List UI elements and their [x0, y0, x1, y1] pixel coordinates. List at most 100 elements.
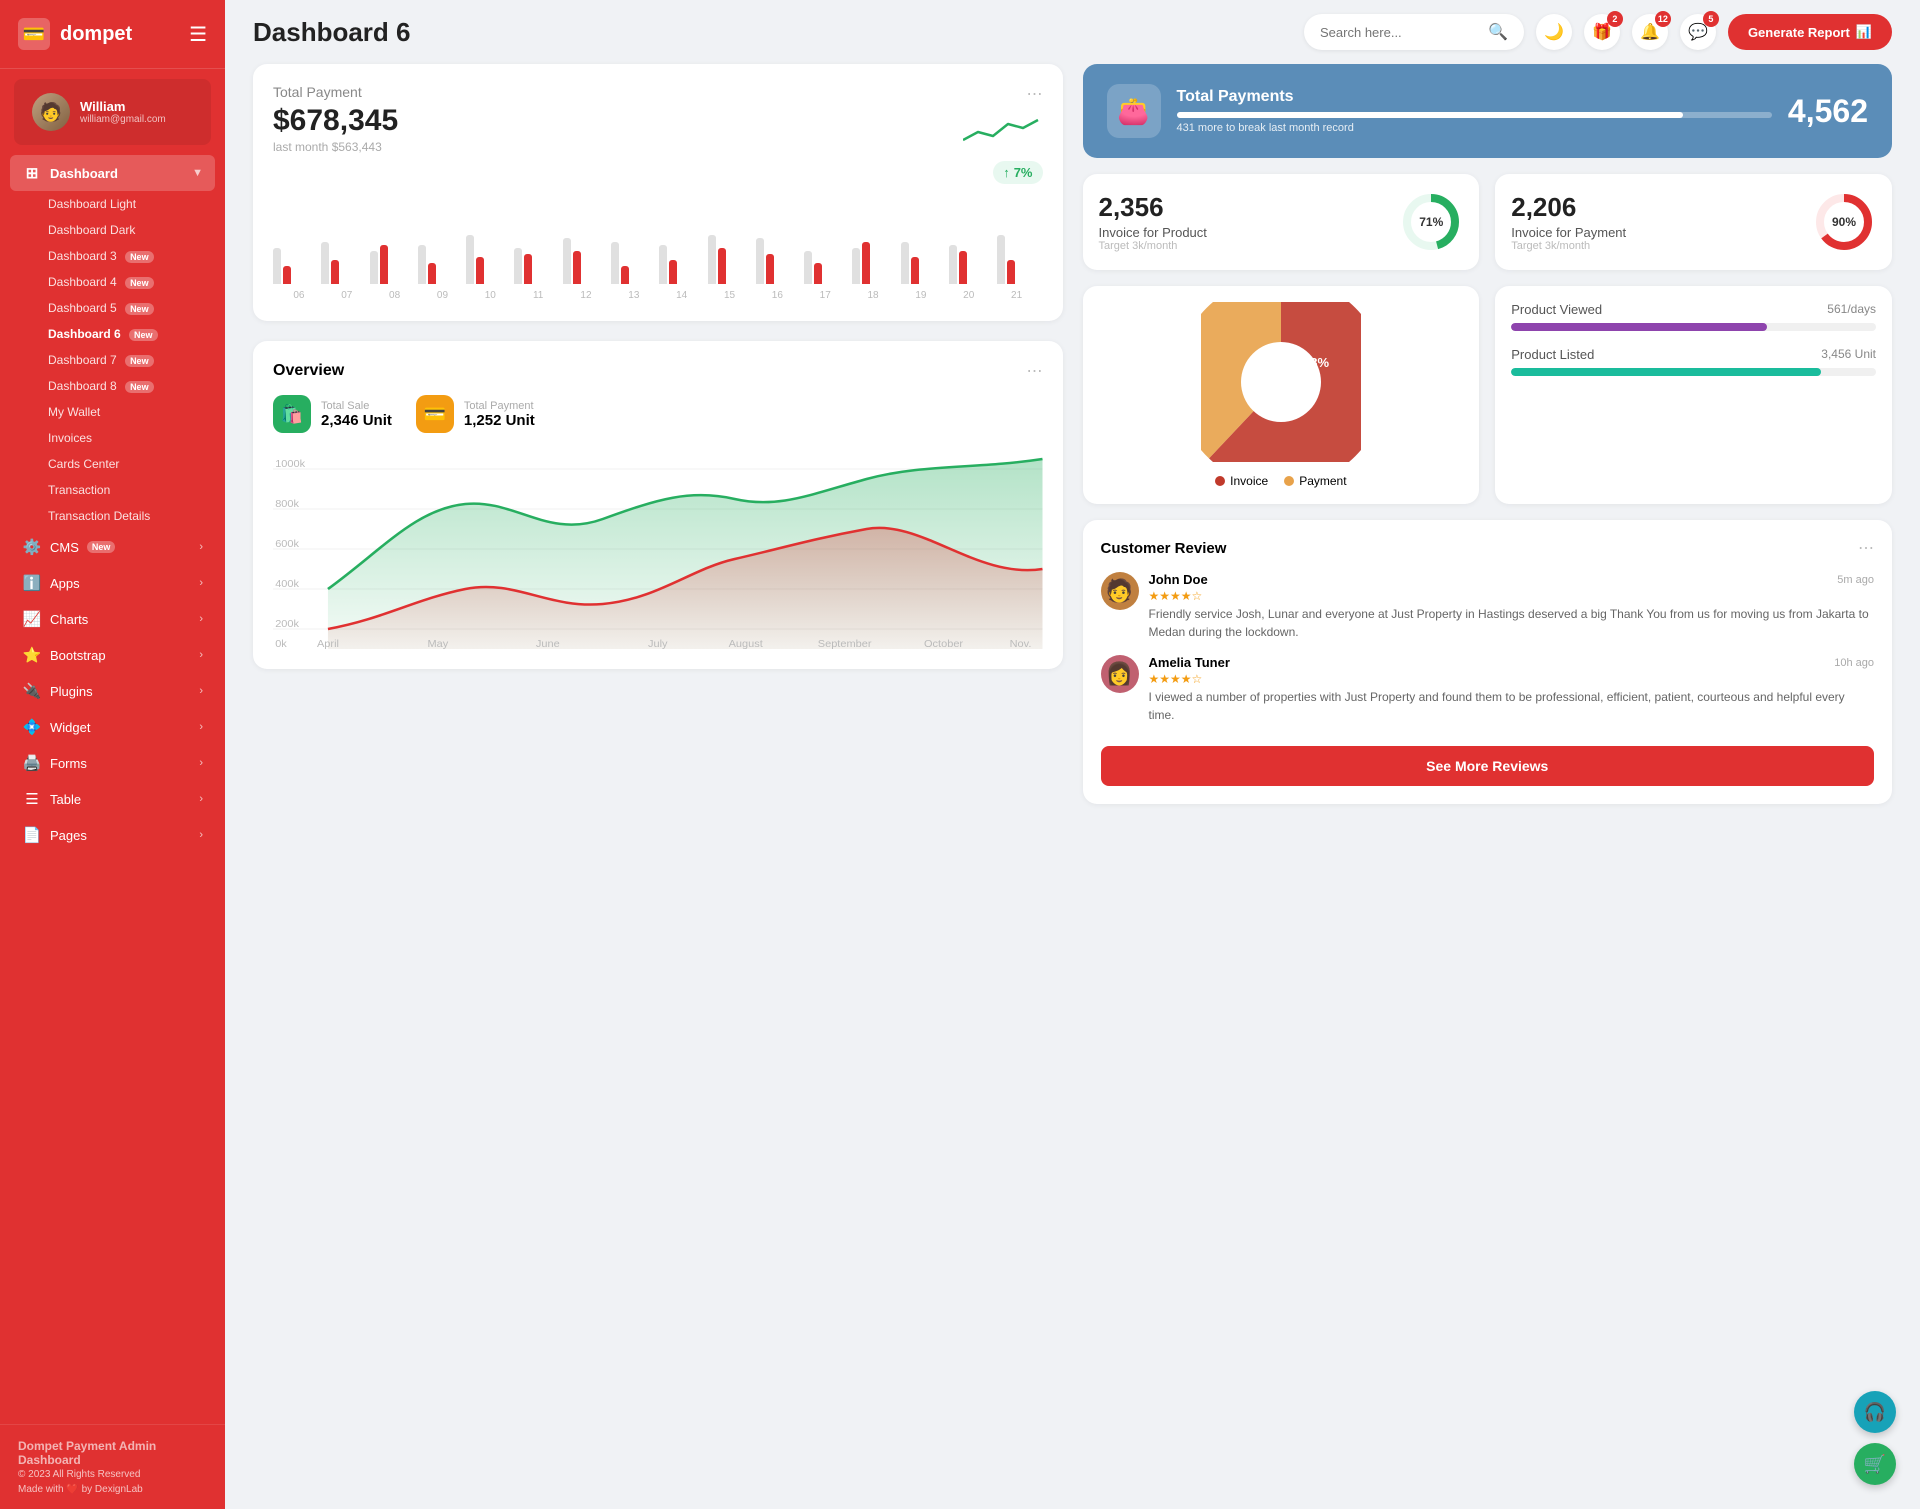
chevron-right-icon: ›	[199, 613, 203, 625]
new-badge: New	[125, 277, 154, 289]
reviewer-2-avatar: 👩	[1101, 655, 1139, 693]
sidebar-item-forms[interactable]: 🖨️ Forms ›	[10, 745, 215, 781]
product-viewed-row: Product Viewed 561/days	[1511, 302, 1876, 331]
overview-more-icon[interactable]: ⋯	[1027, 361, 1043, 381]
sale-icon: 🛍️	[273, 395, 311, 433]
gray-bar	[273, 248, 281, 284]
chart-label-17: 17	[801, 290, 849, 301]
invoice-product-number: 2,356	[1099, 192, 1207, 223]
sidebar-item-transaction-details[interactable]: Transaction Details	[10, 503, 215, 529]
notification-badge: 12	[1655, 11, 1671, 27]
logo-icon: 💳	[18, 18, 50, 50]
sidebar-item-dashboard-6[interactable]: Dashboard 6 New	[10, 321, 215, 347]
payment-dot	[1284, 476, 1294, 486]
wallet-icon-blue: 👛	[1107, 84, 1161, 138]
footer-made: Made with ❤️ by DexignLab	[18, 1484, 207, 1495]
total-payments-sub: 431 more to break last month record	[1177, 122, 1772, 134]
bar-group-15	[997, 235, 1042, 284]
see-more-reviews-button[interactable]: See More Reviews	[1101, 746, 1875, 786]
cart-float-button[interactable]: 🛒	[1854, 1443, 1896, 1485]
sidebar-item-widget[interactable]: 💠 Widget ›	[10, 709, 215, 745]
sidebar-item-dashboard-dark[interactable]: Dashboard Dark	[10, 217, 215, 243]
bar-group-10	[756, 238, 801, 284]
gray-bar	[466, 235, 474, 284]
sidebar-item-dashboard-7[interactable]: Dashboard 7 New	[10, 347, 215, 373]
bar-group-9	[708, 235, 753, 284]
search-input[interactable]	[1320, 25, 1480, 40]
red-bar	[283, 266, 291, 284]
gift-button[interactable]: 🎁 2	[1584, 14, 1620, 50]
sidebar-item-invoices[interactable]: Invoices	[10, 425, 215, 451]
notification-button[interactable]: 🔔 12	[1632, 14, 1668, 50]
more-options-icon[interactable]: ⋯	[1027, 84, 1043, 104]
bootstrap-label: Bootstrap	[50, 648, 106, 663]
chart-label-14: 14	[658, 290, 706, 301]
gray-bar	[611, 242, 619, 285]
review-more-icon[interactable]: ⋯	[1858, 538, 1874, 558]
footer-brand: Dompet Payment Admin Dashboard	[18, 1439, 207, 1467]
sidebar-item-pages[interactable]: 📄 Pages ›	[10, 817, 215, 853]
svg-text:600k: 600k	[275, 538, 300, 549]
overview-card: Overview ⋯ 🛍️ Total Sale 2,346 Unit	[253, 341, 1063, 669]
invoice-product-donut: 71%	[1399, 190, 1463, 254]
headset-icon: 🎧	[1864, 1402, 1886, 1423]
cms-badge: New	[87, 541, 116, 553]
svg-text:June: June	[536, 638, 560, 649]
overview-metrics: 🛍️ Total Sale 2,346 Unit 💳 Total Payment…	[273, 395, 1043, 433]
content-area: Total Payment $678,345 last month $563,4…	[225, 64, 1920, 1509]
chart-label-09: 09	[419, 290, 467, 301]
total-payment-sub: last month $563,443	[273, 140, 398, 154]
user-email: william@gmail.com	[80, 114, 166, 125]
red-bar	[1007, 260, 1015, 284]
pages-label: Pages	[50, 828, 87, 843]
plugins-label: Plugins	[50, 684, 93, 699]
svg-text:400k: 400k	[275, 578, 300, 589]
logo-text: dompet	[60, 23, 132, 46]
sidebar: 💳 dompet ☰ 🧑 William william@gmail.com ⊞…	[0, 0, 225, 1509]
sidebar-item-dashboard-3[interactable]: Dashboard 3 New	[10, 243, 215, 269]
message-button[interactable]: 💬 5	[1680, 14, 1716, 50]
invoice-legend-label: Invoice	[1230, 474, 1268, 488]
chevron-down-icon: ▼	[192, 167, 203, 179]
sidebar-item-dashboard-5[interactable]: Dashboard 5 New	[10, 295, 215, 321]
sidebar-item-cms[interactable]: ⚙️ CMS New ›	[10, 529, 215, 565]
bar-group-5	[514, 248, 559, 284]
sidebar-item-dashboard[interactable]: ⊞ Dashboard ▼	[10, 155, 215, 191]
svg-text:200k: 200k	[275, 618, 300, 629]
sidebar-item-table[interactable]: ☰ Table ›	[10, 781, 215, 817]
invoice-product-label: Invoice for Product	[1099, 225, 1207, 240]
sidebar-item-cards-center[interactable]: Cards Center	[10, 451, 215, 477]
generate-report-button[interactable]: Generate Report 📊	[1728, 14, 1892, 50]
sidebar-item-dashboard-light[interactable]: Dashboard Light	[10, 191, 215, 217]
sidebar-item-my-wallet[interactable]: My Wallet	[10, 399, 215, 425]
headset-float-button[interactable]: 🎧	[1854, 1391, 1896, 1433]
plugins-icon: 🔌	[22, 682, 42, 700]
sidebar-item-plugins[interactable]: 🔌 Plugins ›	[10, 673, 215, 709]
total-payment-metric: 💳 Total Payment 1,252 Unit	[416, 395, 535, 433]
red-bar	[766, 254, 774, 284]
gray-bar	[756, 238, 764, 284]
new-badge: New	[125, 355, 154, 367]
sidebar-item-apps[interactable]: ℹ️ Apps ›	[10, 565, 215, 601]
red-bar	[621, 266, 629, 284]
invoice-payment-number: 2,206	[1511, 192, 1626, 223]
search-box[interactable]: 🔍	[1304, 14, 1524, 50]
dashboard5-label: Dashboard 5	[48, 301, 117, 315]
footer-copyright: © 2023 All Rights Reserved	[18, 1469, 207, 1480]
invoice-product-sub: Target 3k/month	[1099, 240, 1207, 252]
product-viewed-top: Product Viewed 561/days	[1511, 302, 1876, 317]
topbar: Dashboard 6 🔍 🌙 🎁 2 🔔 12 💬 5 Gen	[225, 0, 1920, 64]
hamburger-icon[interactable]: ☰	[189, 22, 207, 47]
chart-labels: 06070809101112131415161718192021	[273, 290, 1043, 301]
dark-mode-button[interactable]: 🌙	[1536, 14, 1572, 50]
sidebar-item-transaction[interactable]: Transaction	[10, 477, 215, 503]
sidebar-item-bootstrap[interactable]: ⭐ Bootstrap ›	[10, 637, 215, 673]
bar-group-11	[804, 251, 849, 284]
sidebar-item-dashboard-8[interactable]: Dashboard 8 New	[10, 373, 215, 399]
sidebar-item-charts[interactable]: 📈 Charts ›	[10, 601, 215, 637]
chart-label-12: 12	[562, 290, 610, 301]
reviewer-2-time: 10h ago	[1834, 657, 1874, 669]
new-badge: New	[129, 329, 158, 341]
cms-label: CMS	[50, 540, 79, 555]
sidebar-item-dashboard-4[interactable]: Dashboard 4 New	[10, 269, 215, 295]
